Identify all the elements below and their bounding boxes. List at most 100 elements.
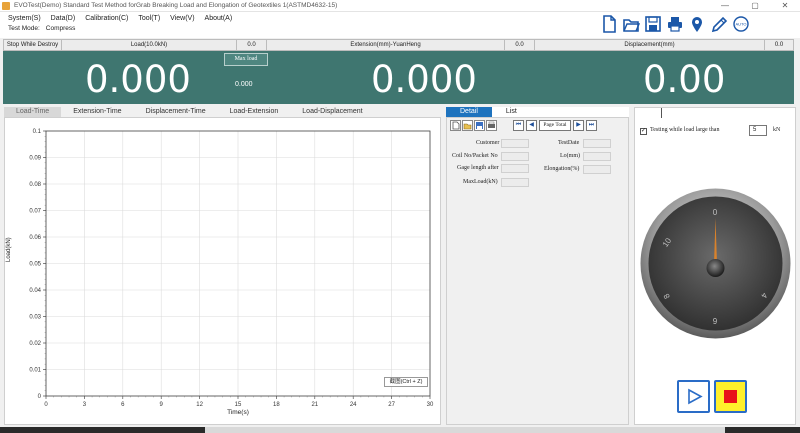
customer-field[interactable] [501, 139, 529, 148]
menu-calibration[interactable]: Calibration(C) [85, 15, 128, 22]
x-tick-label: 18 [273, 402, 280, 408]
y-tick-label: 0 [38, 394, 42, 400]
load-range-value: 0.0 [237, 40, 267, 50]
load-threshold-input[interactable]: 5 [749, 125, 767, 136]
load-time-chart: 0 3 6 9 12 15 18 21 24 27 30 0 0.01 0.02 0.03 0.04 0.05 0… [4, 117, 441, 425]
x-tick-label: 12 [196, 402, 203, 408]
close-button[interactable]: ✕ [770, 0, 800, 12]
prev-page-icon[interactable]: ◀ [526, 120, 537, 131]
menu-system[interactable]: System(S) [8, 15, 41, 22]
load-threshold-unit: kN [773, 127, 781, 133]
elongation-field[interactable] [583, 165, 611, 174]
detail-tabs: Detail List [446, 107, 629, 117]
customer-label: Customer [476, 140, 500, 146]
screenshot-button[interactable]: 截图(Ctrl + Z) [384, 377, 428, 387]
detail-save-icon[interactable] [474, 120, 485, 131]
window-title: EVOTest(Demo) Standard Test Method forGr… [14, 2, 338, 9]
tab-displacement-time[interactable]: Displacement-Time [134, 107, 218, 117]
title-bar: EVOTest(Demo) Standard Test Method forGr… [0, 0, 800, 12]
main-menu: System(S) Data(D) Calibration(C) Tool(T)… [8, 15, 232, 22]
last-page-icon[interactable]: ⏭ [586, 120, 597, 131]
detail-new-icon[interactable] [450, 120, 461, 131]
lo-label: Lo(mm) [560, 153, 580, 159]
x-tick-label: 3 [83, 402, 87, 408]
x-tick-label: 27 [388, 402, 395, 408]
y-tick-label: 0.02 [29, 341, 41, 347]
new-file-icon[interactable] [600, 14, 618, 34]
start-test-button[interactable] [677, 380, 710, 413]
taskbar-strip [205, 427, 725, 433]
gage-length-field[interactable] [501, 164, 529, 173]
detail-print-icon[interactable] [486, 120, 497, 131]
menu-about[interactable]: About(A) [205, 15, 233, 22]
maximize-button[interactable]: ▢ [740, 0, 770, 12]
max-load-field[interactable] [501, 178, 529, 187]
y-tick-label: 0.06 [29, 235, 41, 241]
window-controls: — ▢ ✕ [710, 0, 800, 12]
stop-test-button[interactable] [714, 380, 747, 413]
gauge-hub [706, 259, 725, 277]
load-threshold-label: Testing while load large than [650, 127, 720, 133]
dial-label-9: 9 [713, 317, 718, 326]
toolbar: AUTO [600, 14, 750, 34]
tab-load-time[interactable]: Load-Time [4, 107, 62, 117]
x-tick-label: 0 [44, 402, 48, 408]
menu-tool[interactable]: Tool(T) [138, 15, 160, 22]
next-page-icon[interactable]: ▶ [573, 120, 584, 131]
page-total: Page Total [539, 120, 571, 131]
displacement-label: Displacement(mm) [535, 40, 765, 50]
max-load-button[interactable]: Max load [224, 53, 268, 66]
y-tick-label: 0.01 [29, 368, 41, 374]
auto-zero-icon[interactable]: AUTO [732, 14, 750, 34]
menu-view[interactable]: View(V) [170, 15, 194, 22]
print-icon[interactable] [666, 14, 684, 34]
taskbar [0, 427, 800, 433]
digital-display: 0.000 Max load 0.000 0.000 0.00 [3, 51, 794, 104]
x-tick-label: 24 [350, 402, 357, 408]
extension-range-value: 0.0 [505, 40, 535, 50]
load-readout: 0.000 [85, 58, 191, 101]
tab-list[interactable]: List [492, 107, 531, 117]
channel-header: Stop While Destroy Load(10.0kN) 0.0 Exte… [3, 39, 794, 51]
test-mode: Test Mode: Compress [8, 25, 75, 32]
x-tick-label: 15 [235, 402, 242, 408]
lo-field[interactable] [583, 152, 611, 161]
app-icon [2, 1, 10, 10]
x-tick-label: 30 [427, 402, 434, 408]
load-dial-gauge: 0 10 8 9 4 [640, 188, 791, 339]
coil-no-label: Coil No/Packet No [452, 153, 498, 159]
extension-readout: 0.000 [371, 58, 477, 101]
x-axis-label: Time(s) [227, 409, 249, 416]
test-date-label: TestDate [558, 140, 580, 146]
detail-open-icon[interactable] [462, 120, 473, 131]
y-tick-label: 0.03 [29, 315, 41, 321]
minimize-button[interactable]: — [710, 0, 740, 12]
control-panel: ✓ Testing while load large than 5 kN 0 1… [634, 107, 796, 425]
test-mode-value: Compress [45, 25, 76, 32]
displacement-range-value: 0.0 [774, 42, 784, 48]
tab-load-extension[interactable]: Load-Extension [218, 107, 291, 117]
pencil-icon[interactable] [710, 14, 728, 34]
detail-panel: ⏮ ◀ Page Total ▶ ⏭ Customer TestDate Coi… [446, 117, 629, 425]
elongation-label: Elongation(%) [544, 166, 580, 172]
coil-no-field[interactable] [501, 152, 529, 161]
test-date-field[interactable] [583, 139, 611, 148]
chart-svg: 0 3 6 9 12 15 18 21 24 27 30 0 0.01 0.02 0.03 0.04 0.05 0… [29, 129, 434, 416]
stop-while-destroy[interactable]: Stop While Destroy [4, 40, 62, 50]
auto-zero-label: AUTO [735, 22, 746, 27]
menu-data[interactable]: Data(D) [51, 15, 76, 22]
x-tick-label: 21 [311, 402, 318, 408]
tab-detail[interactable]: Detail [446, 107, 492, 117]
y-tick-label: 0.05 [29, 262, 41, 268]
menu-bar: System(S) Data(D) Calibration(C) Tool(T)… [0, 12, 800, 38]
first-page-icon[interactable]: ⏮ [513, 120, 524, 131]
tab-extension-time[interactable]: Extension-Time [61, 107, 133, 117]
location-pin-icon[interactable] [688, 14, 706, 34]
load-threshold-checkbox[interactable]: ✓ [640, 128, 647, 135]
save-icon[interactable] [644, 14, 662, 34]
control-tab[interactable] [635, 108, 662, 118]
open-folder-icon[interactable] [622, 14, 640, 34]
y-tick-label: 0.09 [29, 156, 41, 162]
tab-load-displacement[interactable]: Load-Displacement [290, 107, 374, 117]
y-tick-label: 0.1 [33, 129, 42, 135]
